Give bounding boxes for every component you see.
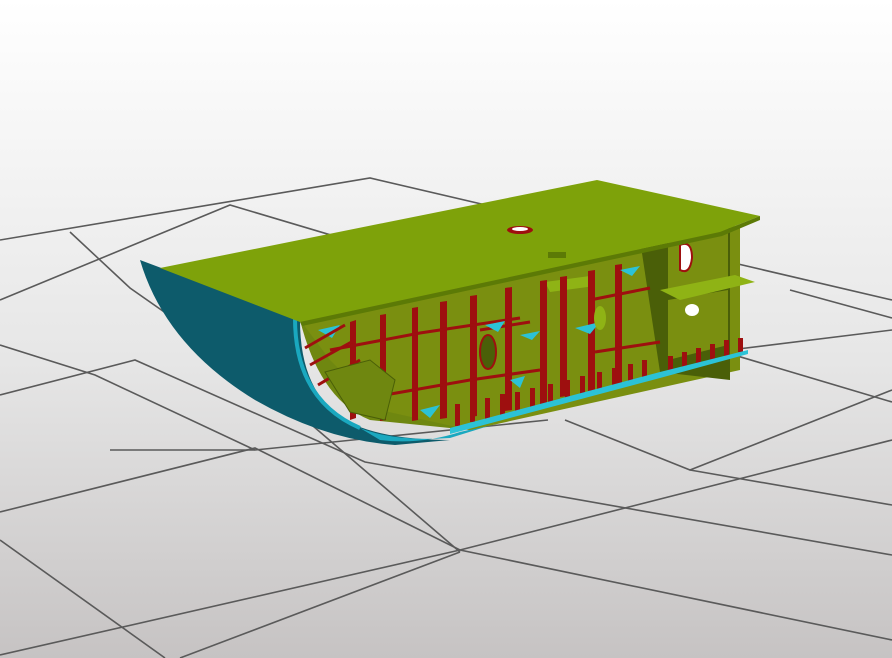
deck-opening-inner [512, 227, 528, 231]
lightening-hole [479, 334, 497, 370]
lightening-hole-right [594, 306, 606, 330]
manhole-lower [685, 304, 699, 316]
hull-block-model[interactable] [140, 180, 760, 445]
3d-viewport[interactable] [0, 0, 892, 658]
scene-canvas[interactable] [0, 0, 892, 658]
manhole-right [679, 242, 694, 273]
deck-hatch[interactable] [548, 252, 566, 258]
